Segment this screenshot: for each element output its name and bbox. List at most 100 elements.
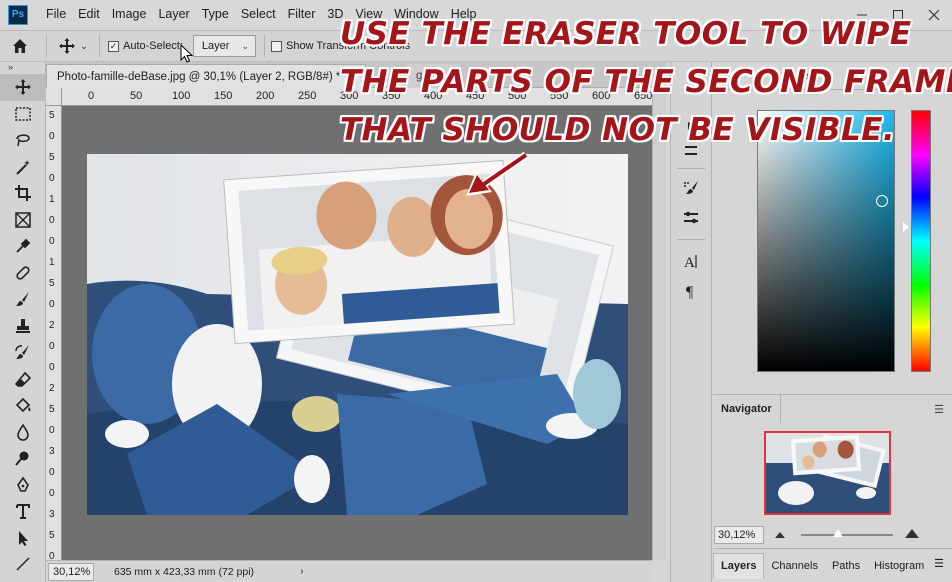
canvas-vertical-scrollbar[interactable] <box>652 88 666 560</box>
character-icon: A <box>684 255 697 270</box>
ruler-tick-label: 0 <box>88 90 95 102</box>
zoom-in-icon[interactable] <box>905 529 919 538</box>
tab-histogram[interactable]: Histogram <box>867 553 931 579</box>
status-bar: 30,12% 635 mm x 423,33 mm (72 ppi) › <box>46 560 652 582</box>
menu-select[interactable]: Select <box>235 0 282 29</box>
document-tab-active[interactable]: Photo-famille-deBase.jpg @ 30,1% (Layer … <box>46 64 366 88</box>
paint-bucket-tool[interactable] <box>0 392 46 419</box>
ruler-tick-label: 0 <box>49 362 55 373</box>
status-menu-arrow[interactable]: › <box>300 566 303 577</box>
type-icon <box>16 504 30 520</box>
navigator-thumbnail[interactable] <box>764 431 891 515</box>
menu-edit[interactable]: Edit <box>72 0 106 29</box>
ruler-origin[interactable] <box>46 88 62 106</box>
chevron-down-icon: ⌄ <box>80 40 88 51</box>
color-cursor[interactable] <box>876 195 888 207</box>
zoom-slider-thumb[interactable] <box>833 529 843 537</box>
pen-icon <box>17 476 29 492</box>
line-tool[interactable] <box>0 551 46 578</box>
auto-select-label: Auto-Select: <box>123 40 183 52</box>
checkbox-checked-icon: ✓ <box>108 40 119 52</box>
checkbox-unchecked-icon <box>271 40 282 52</box>
brush-presets-button[interactable] <box>671 203 711 233</box>
menu-type[interactable]: Type <box>196 0 235 29</box>
frame-tool[interactable] <box>0 207 46 234</box>
separator <box>677 168 705 169</box>
document-canvas[interactable] <box>87 154 628 515</box>
ruler-tick-label: 0 <box>49 131 55 142</box>
ruler-tick-label: 0 <box>49 173 55 184</box>
document-tab-title: Photo-famille-deBase.jpg @ 30,1% (Layer … <box>57 70 341 83</box>
separator <box>46 35 47 57</box>
ruler-tick-label: 0 <box>49 215 55 226</box>
brush-settings-icon <box>684 181 698 194</box>
auto-select-target-dropdown[interactable]: Layer ⌄ <box>192 35 256 57</box>
ruler-tick-label: 1 <box>49 257 55 268</box>
paint-bucket-icon <box>15 398 31 413</box>
move-tool-icon <box>15 79 31 96</box>
separator <box>264 35 265 57</box>
tab-layers[interactable]: Layers <box>713 552 765 579</box>
move-tool[interactable] <box>0 74 46 101</box>
menu-filter[interactable]: Filter <box>282 0 322 29</box>
type-tool[interactable] <box>0 498 46 525</box>
tab-paths[interactable]: Paths <box>825 553 867 579</box>
ruler-tick-label: 150 <box>214 90 233 102</box>
separator <box>99 35 100 57</box>
menu-file[interactable]: File <box>40 0 72 29</box>
hue-marker-icon[interactable] <box>903 222 909 232</box>
vertical-ruler[interactable]: 5 0 5 0 1 0 0 1 5 0 2 0 0 2 5 0 3 0 0 3 5 0 <box>46 106 62 560</box>
family-photo <box>87 154 628 515</box>
magic-wand-icon <box>16 159 30 175</box>
path-selection-tool[interactable] <box>0 525 46 552</box>
ruler-tick-label: 0 <box>49 299 55 310</box>
annotation-line-2: THE PARTS OF THE SECOND FRAME <box>340 64 952 100</box>
tool-preset-picker[interactable]: ⌄ <box>53 37 93 55</box>
canvas-area[interactable] <box>62 106 652 560</box>
eyedropper-tool[interactable] <box>0 233 46 260</box>
ruler-tick-label: 1 <box>49 194 55 205</box>
auto-select-checkbox[interactable]: ✓ Auto-Select: <box>108 40 183 52</box>
dodge-tool[interactable] <box>0 445 46 472</box>
marquee-tool[interactable] <box>0 101 46 128</box>
ruler-tick-label: 5 <box>49 152 55 163</box>
brush-tool[interactable] <box>0 286 46 313</box>
eraser-icon <box>14 371 32 387</box>
ruler-tick-label: 3 <box>49 509 55 520</box>
paragraph-icon: ¶ <box>686 284 694 300</box>
history-brush-tool[interactable] <box>0 339 46 366</box>
collapse-toolbar-icon[interactable]: » <box>0 62 45 74</box>
lasso-icon <box>16 134 30 147</box>
character-panel-button[interactable]: A <box>671 246 711 276</box>
ruler-tick-label: 100 <box>172 90 191 102</box>
navigator-tab[interactable]: Navigator <box>713 395 781 423</box>
zoom-level-field[interactable]: 30,12% <box>48 562 94 581</box>
separator <box>677 239 705 240</box>
navigator-zoom-field[interactable]: 30,12% <box>714 526 764 544</box>
pen-tool[interactable] <box>0 472 46 499</box>
annotation-line-3: THAT SHOULD NOT BE VISIBLE. <box>340 112 896 148</box>
panel-menu-icon[interactable]: ☰ <box>934 557 944 570</box>
navigator-panel: Navigator ☰ 30,12% <box>713 394 952 546</box>
clone-stamp-tool[interactable] <box>0 313 46 340</box>
tab-channels[interactable]: Channels <box>764 553 824 579</box>
navigator-footer: 30,12% <box>713 523 952 547</box>
zoom-out-icon[interactable] <box>775 532 785 538</box>
ruler-tick-label: 5 <box>49 404 55 415</box>
menu-image[interactable]: Image <box>106 0 153 29</box>
paragraph-panel-button[interactable]: ¶ <box>671 276 711 306</box>
navigator-zoom-slider[interactable] <box>801 534 893 536</box>
home-button[interactable] <box>0 37 40 55</box>
brush-settings-button[interactable] <box>671 173 711 203</box>
blur-tool[interactable] <box>0 419 46 446</box>
healing-brush-tool[interactable] <box>0 260 46 287</box>
crop-tool[interactable] <box>0 180 46 207</box>
eraser-tool[interactable] <box>0 366 46 393</box>
magic-wand-tool[interactable] <box>0 154 46 181</box>
panel-menu-icon[interactable]: ☰ <box>934 403 944 416</box>
rectangular-marquee-icon <box>15 107 31 121</box>
lasso-tool[interactable] <box>0 127 46 154</box>
ruler-tick-label: 0 <box>49 341 55 352</box>
menu-layer[interactable]: Layer <box>152 0 195 29</box>
annotation-line-1: USE THE ERASER TOOL TO WIPE <box>340 16 912 52</box>
